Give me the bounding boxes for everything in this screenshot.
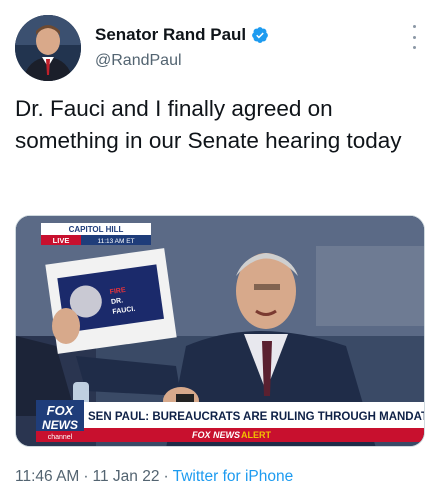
dot	[412, 35, 416, 39]
fox-logo-fox: FOX	[47, 403, 75, 418]
tweet-time[interactable]: 11:46 AM	[15, 468, 79, 486]
location-tag: CAPITOL HILL	[69, 225, 124, 234]
tweet-text: Dr. Fauci and I finally agreed on someth…	[15, 96, 402, 153]
tweet-date[interactable]: 11 Jan 22	[93, 468, 160, 486]
tweet-source-link[interactable]: Twitter for iPhone	[173, 468, 294, 486]
author-name[interactable]: Senator Rand Paul	[95, 25, 269, 45]
headline: SEN PAUL: BUREAUCRATS ARE RULING THROUGH…	[88, 411, 425, 423]
dot	[412, 46, 416, 49]
live-label: LIVE	[53, 236, 70, 245]
alert-word: ALERT	[241, 430, 271, 440]
tweet-metadata: 11:46 AM · 11 Jan 22 · Twitter for iPhon…	[15, 468, 293, 486]
tweet-media-image[interactable]: FIRE DR. FAUCI. CAPITOL HILL LIVE 11:13 …	[15, 215, 425, 447]
meta-separator: ·	[163, 468, 169, 485]
avatar[interactable]	[15, 15, 81, 81]
tweet-card: Senator Rand Paul @RandPaul Dr. Fauci an…	[0, 0, 439, 500]
avatar-image	[15, 15, 81, 81]
news-screenshot: FIRE DR. FAUCI. CAPITOL HILL LIVE 11:13 …	[16, 216, 425, 446]
fox-logo-channel: channel	[48, 434, 73, 441]
meta-separator: ·	[83, 468, 89, 485]
live-time: 11:13 AM ET	[97, 238, 134, 245]
author-handle[interactable]: @RandPaul	[95, 52, 182, 70]
fox-logo-news: NEWS	[42, 418, 78, 432]
dot	[412, 25, 416, 28]
author-name-text: Senator Rand Paul	[95, 25, 247, 44]
verified-badge-icon	[252, 27, 269, 43]
more-options-icon[interactable]	[409, 25, 419, 49]
alert-brand: FOX NEWS	[192, 430, 240, 440]
